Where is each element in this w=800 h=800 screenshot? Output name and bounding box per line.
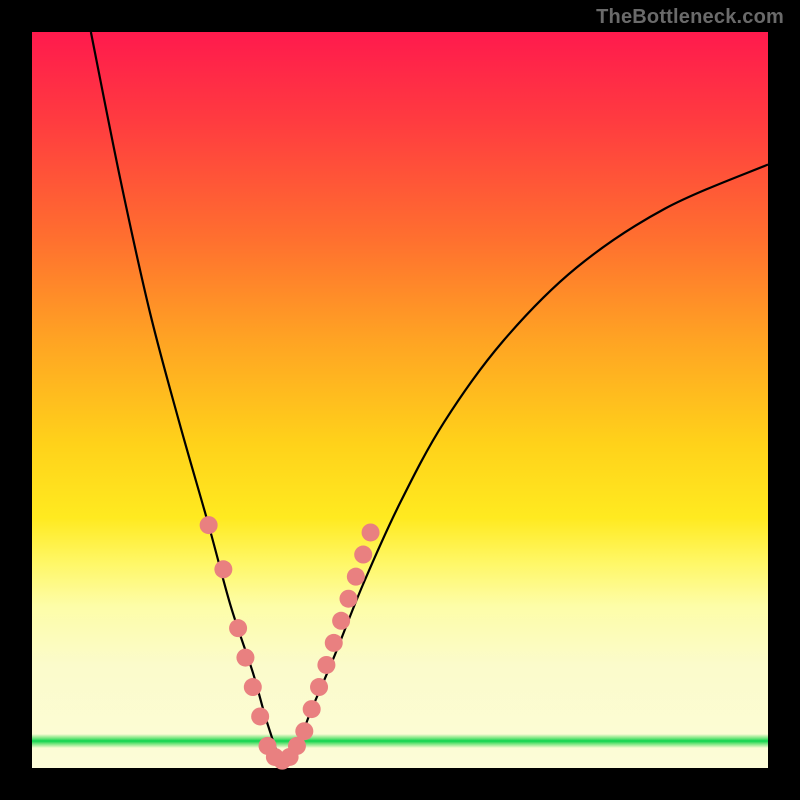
bead [339, 590, 357, 608]
bottleneck-curve-svg [32, 32, 768, 768]
bead [244, 678, 262, 696]
bead [251, 707, 269, 725]
bead [332, 612, 350, 630]
bead [295, 722, 313, 740]
bead [362, 523, 380, 541]
bead [325, 634, 343, 652]
watermark-text: TheBottleneck.com [596, 6, 784, 29]
curve-beads [200, 516, 380, 770]
bead [317, 656, 335, 674]
bottleneck-curve [91, 32, 768, 761]
bead [347, 568, 365, 586]
plot-area [32, 32, 768, 768]
bead [303, 700, 321, 718]
chart-frame: TheBottleneck.com [0, 0, 800, 800]
bead [229, 619, 247, 637]
bead [354, 546, 372, 564]
bead [310, 678, 328, 696]
bead [236, 649, 254, 667]
bead [200, 516, 218, 534]
bead [214, 560, 232, 578]
